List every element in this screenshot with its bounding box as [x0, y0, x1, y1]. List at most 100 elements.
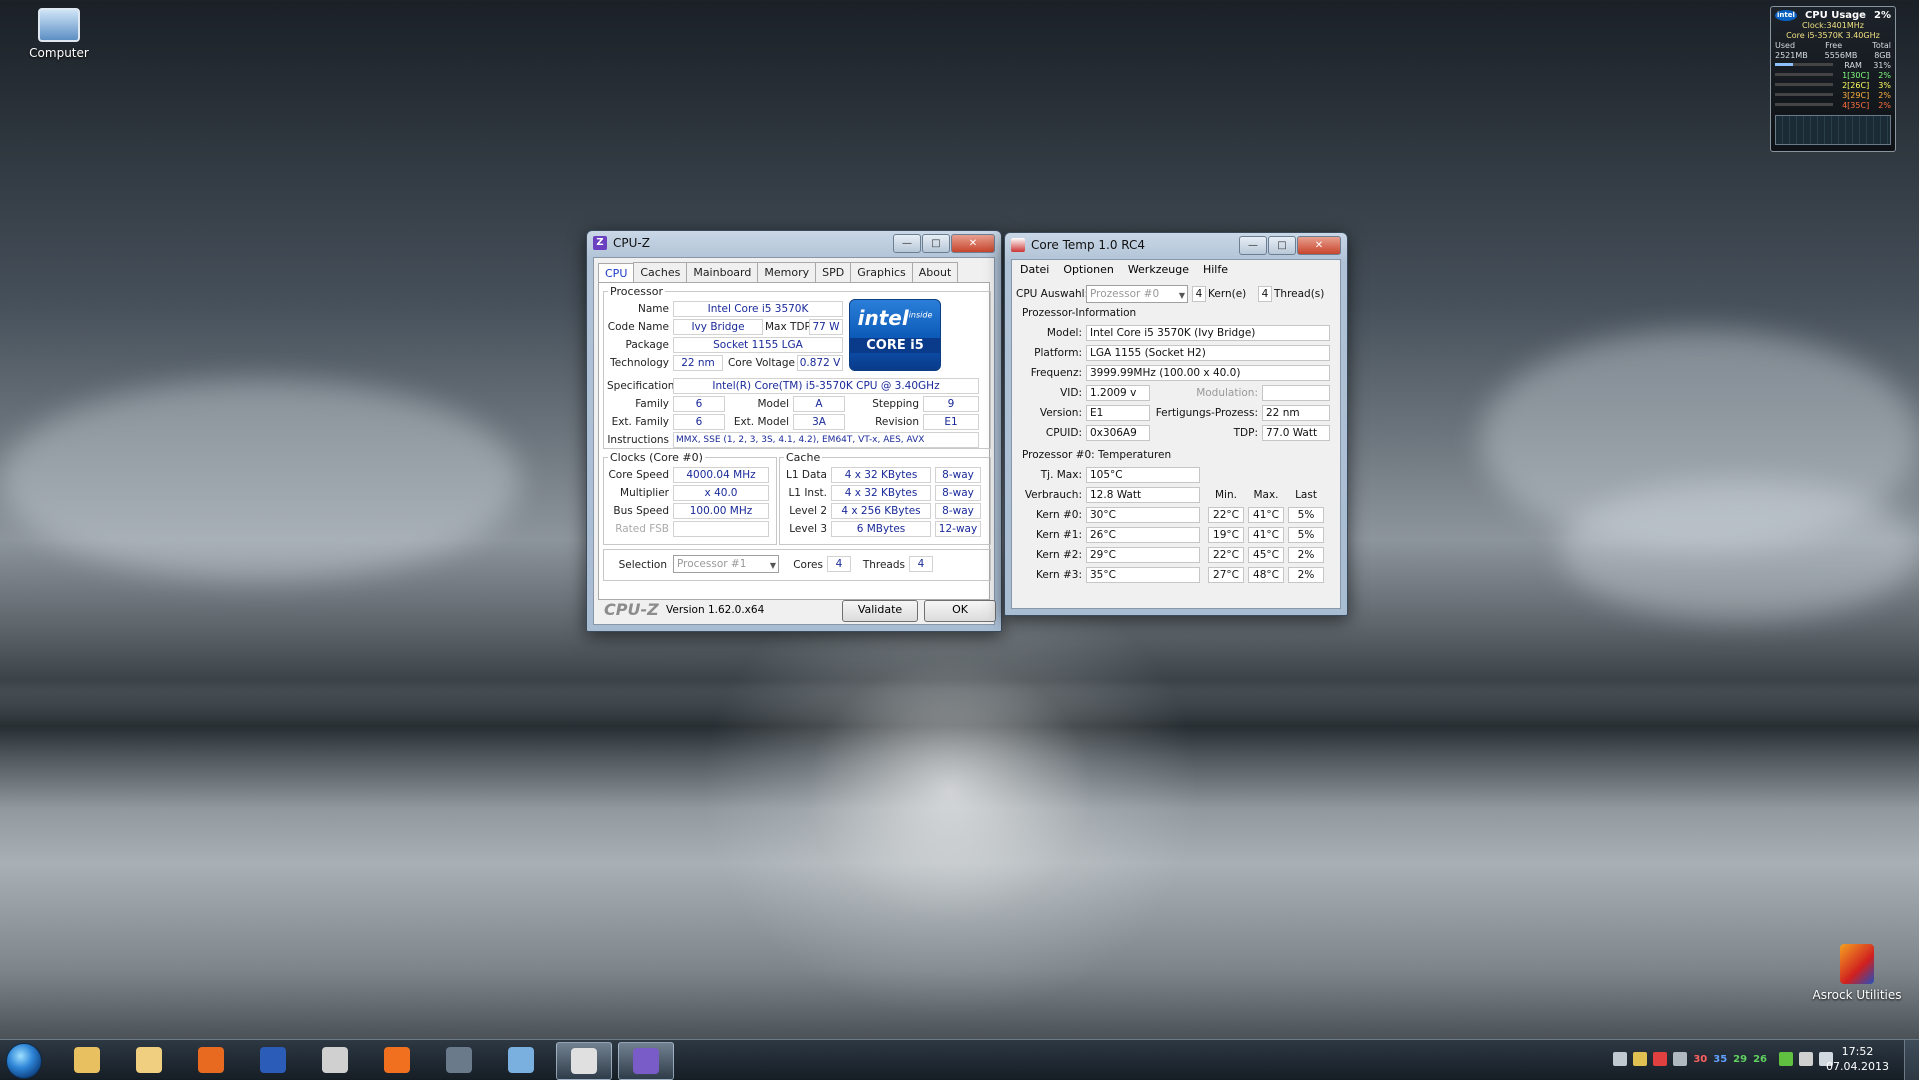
taskbar-button-skull-app[interactable] [308, 1042, 362, 1078]
minimize-button[interactable]: — [893, 233, 921, 253]
mem-free: 5556MB [1824, 51, 1858, 60]
taskbar-button-steam[interactable] [432, 1042, 486, 1078]
intel-core-i5-logo: intelinside CORE i5 [849, 299, 941, 371]
coretemp-window[interactable]: Core Temp 1.0 RC4 — □ ✕ Datei Optionen W… [1004, 232, 1348, 616]
show-desktop-button[interactable] [1904, 1040, 1919, 1080]
cpuz-titlebar[interactable]: Z CPU-Z — □ ✕ [587, 231, 1001, 255]
coretemp-body: CPU Auswahl: Prozessor #0 ▼ 4 Kern(e) 4 … [1012, 279, 1340, 607]
tray-core-temp: 29 [1733, 1053, 1748, 1065]
core-voltage: 0.872 V [797, 355, 843, 371]
taskbar-button-mail[interactable] [122, 1042, 176, 1078]
maximize-button[interactable]: □ [922, 233, 950, 253]
mem-header-used: Used [1775, 41, 1796, 50]
gadget-percent: 2% [1874, 10, 1891, 21]
core-max-temp: 41°C [1248, 507, 1284, 523]
cpuz-icon [633, 1048, 659, 1074]
processor-select-value: Processor #1 [677, 558, 747, 570]
tab-mainboard[interactable]: Mainboard [686, 262, 759, 282]
revision: E1 [923, 414, 979, 430]
tray-sound-icon[interactable] [1613, 1052, 1628, 1066]
field-label: Modulation: [1196, 387, 1258, 399]
process: 22 nm [1262, 405, 1330, 421]
tray-mail-icon[interactable] [1633, 1052, 1648, 1066]
taskbar-button-moon-app[interactable] [494, 1042, 548, 1078]
tab-cpu[interactable]: CPU [598, 263, 635, 283]
asrock-icon [1840, 944, 1874, 984]
platform: LGA 1155 (Socket H2) [1086, 345, 1330, 361]
maximize-button[interactable]: □ [1268, 235, 1296, 255]
cpu-usage-gadget[interactable]: intel CPU Usage 2% Clock:3401MHz Core i5… [1770, 6, 1896, 152]
tray-app-icon[interactable] [1653, 1052, 1668, 1066]
core-min-temp: 27°C [1208, 567, 1244, 583]
multiplier: x 40.0 [673, 485, 769, 501]
taskbar-button-firefox[interactable] [184, 1042, 238, 1078]
field-label: Tj. Max: [1040, 469, 1082, 481]
core-load: 2% [1288, 547, 1324, 563]
minimize-button[interactable]: — [1239, 235, 1267, 255]
power: 12.8 Watt [1086, 487, 1200, 503]
column-header-min: Min. [1215, 489, 1237, 501]
taskbar-button-coretemp[interactable] [556, 1042, 612, 1080]
core-max-temp: 41°C [1248, 527, 1284, 543]
gadget-title: CPU Usage [1804, 10, 1866, 21]
mem-header-free: Free [1825, 41, 1843, 50]
taskbar-button-explorer[interactable] [60, 1042, 114, 1078]
cache-level-label: Level 2 [789, 505, 827, 517]
field-label: Threads [862, 559, 905, 571]
gadget-ram-row: RAM 31% [1775, 61, 1891, 71]
start-button[interactable] [6, 1043, 42, 1079]
core-usage: 3% [1878, 81, 1891, 90]
system-tray: 30 35 29 26 [1613, 1052, 1833, 1066]
field-label: Technology [610, 357, 669, 369]
cpuz-window[interactable]: Z CPU-Z — □ ✕ CPU Caches Mainboard Memor… [586, 230, 1002, 632]
gadget-core-row: 1[30C] 2% [1775, 71, 1891, 81]
coretemp-titlebar[interactable]: Core Temp 1.0 RC4 — □ ✕ [1005, 233, 1347, 257]
processor-name: Intel Core i5 3570K [673, 301, 843, 317]
technology: 22 nm [673, 355, 723, 371]
sea-horizon [0, 690, 1919, 810]
gadget-clock: Clock:3401MHz [1802, 21, 1864, 30]
field-label: Ext. Family [611, 416, 669, 428]
cpu-select[interactable]: Prozessor #0 ▼ [1086, 285, 1188, 303]
tray-nvidia-icon[interactable] [1779, 1052, 1793, 1066]
taskbar-button-word[interactable] [246, 1042, 300, 1078]
cache-level-label: L1 Data [786, 469, 827, 481]
cache-associativity: 8-way [935, 503, 981, 519]
field-label: Name [638, 303, 669, 315]
mem-used: 2521MB [1775, 51, 1808, 60]
validate-button[interactable]: Validate [842, 600, 918, 622]
max-tdp: 77 W [809, 319, 843, 335]
taskbar-button-cpuz[interactable] [618, 1042, 674, 1080]
tray-network-icon[interactable] [1673, 1052, 1688, 1066]
core-temp: 29°C [1086, 547, 1200, 563]
processor-select[interactable]: Processor #1 ▼ [673, 555, 779, 573]
group-legend: Cache [786, 451, 821, 464]
menu-hilfe[interactable]: Hilfe [1203, 263, 1228, 276]
tab-about[interactable]: About [911, 262, 959, 282]
stepping: 9 [923, 396, 979, 412]
tab-graphics[interactable]: Graphics [850, 262, 913, 282]
close-button[interactable]: ✕ [1297, 235, 1341, 255]
cache-size: 4 x 32 KBytes [831, 485, 931, 501]
cache-associativity: 8-way [935, 467, 981, 483]
taskbar-button-origin[interactable] [370, 1042, 424, 1078]
desktop-icon-computer[interactable]: Computer [14, 8, 104, 60]
desktop-icon-asrock[interactable]: Asrock Utilities [1812, 944, 1902, 1002]
window-title: CPU-Z [613, 236, 650, 250]
ok-button[interactable]: OK [924, 600, 996, 622]
field-label: Rated FSB [615, 523, 669, 535]
core-usage: 2% [1878, 71, 1891, 80]
menu-optionen[interactable]: Optionen [1063, 263, 1113, 276]
close-button[interactable]: ✕ [951, 233, 995, 253]
cache-size: 4 x 256 KBytes [831, 503, 931, 519]
coretemp-app-icon [1011, 238, 1025, 252]
tab-spd[interactable]: SPD [815, 262, 852, 282]
tab-memory[interactable]: Memory [757, 262, 817, 282]
tray-flag-icon[interactable] [1799, 1052, 1813, 1066]
tab-caches[interactable]: Caches [633, 262, 688, 282]
computer-icon [38, 8, 80, 42]
system-clock[interactable]: 17:52 07.04.2013 [1826, 1044, 1889, 1074]
core-label: Kern #2: [1036, 549, 1082, 561]
menu-werkzeuge[interactable]: Werkzeuge [1128, 263, 1189, 276]
menu-datei[interactable]: Datei [1020, 263, 1049, 276]
